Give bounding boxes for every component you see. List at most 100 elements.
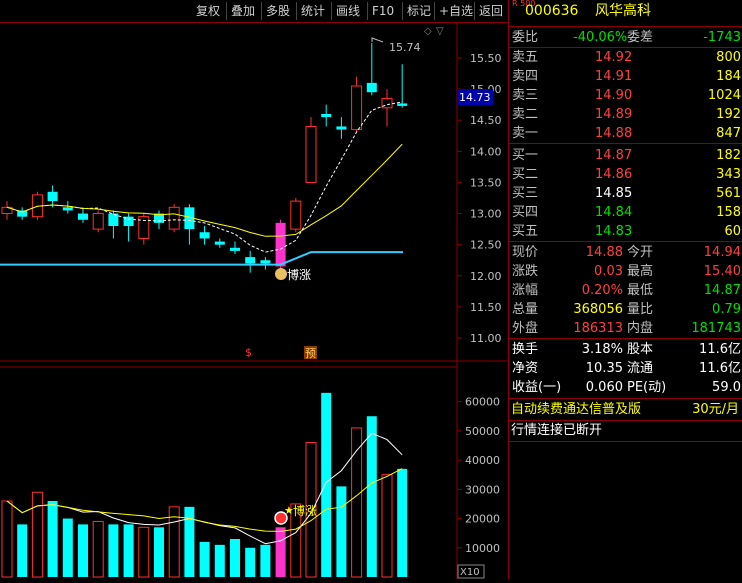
draw-line-button[interactable]: 画线 <box>331 2 364 20</box>
f10-button[interactable]: F10 <box>367 2 398 20</box>
price-axis-label: 15.50 <box>470 52 502 65</box>
volume-bar <box>31 491 43 578</box>
bid-price: 14.83 <box>595 224 633 239</box>
stat-row[interactable]: 外盘 186313 内盘 181743 <box>509 319 742 338</box>
bid-row[interactable]: 买三 14.85 561 <box>509 184 742 203</box>
logo-icon: R 500 <box>512 0 536 8</box>
price-axis-label: 12.50 <box>470 239 502 252</box>
bid-label: 买一 <box>512 148 539 163</box>
fund-value: 11.6亿 <box>699 361 741 376</box>
stat-row[interactable]: 现价 14.88 今开 14.94 <box>509 243 742 262</box>
candle <box>78 207 88 223</box>
chart-canvas[interactable]: ◇ ▽ 15.5015.0014.5014.0013.5013.0012.501… <box>0 22 507 579</box>
overlay-button[interactable]: 叠加 <box>226 2 259 20</box>
mark-button[interactable]: 标记 <box>402 2 435 20</box>
stock-code[interactable]: 000636 <box>525 2 578 21</box>
candle <box>351 76 363 133</box>
bid-price: 14.84 <box>595 205 633 220</box>
ask-label: 卖四 <box>512 69 539 84</box>
stock-name[interactable]: 风华高科 <box>595 2 651 21</box>
stat-row[interactable]: 涨跌 0.03 最高 15.40 <box>509 262 742 281</box>
price-axis-label: 11.00 <box>470 332 502 345</box>
bid-volume: 561 <box>716 186 741 201</box>
volume-bar <box>17 524 28 577</box>
fund-value: 11.6亿 <box>699 342 741 357</box>
candle <box>184 204 195 245</box>
candle <box>92 210 104 233</box>
fund-label: 股本 <box>627 342 654 357</box>
candle <box>381 89 393 127</box>
ask-row[interactable]: 卖四 14.91 184 <box>509 67 742 86</box>
weibi-label: 委比 <box>512 30 539 45</box>
stat-value: 15.40 <box>703 264 741 279</box>
support-line <box>0 251 403 266</box>
promo-row[interactable]: 自动续费通达信普及版 30元/月 <box>509 400 742 419</box>
fuquan-button[interactable]: 复权 <box>192 2 224 20</box>
stat-label: 内盘 <box>627 321 654 336</box>
stat-label: 最高 <box>627 264 654 279</box>
stat-row[interactable]: 总量 368056 量比 0.79 <box>509 300 742 319</box>
bid-label: 买四 <box>512 205 539 220</box>
bid-row[interactable]: 买一 14.87 182 <box>509 146 742 165</box>
fund-row[interactable]: 收益(一) 0.060 PE(动) 59.0 <box>509 378 742 397</box>
ask-price: 14.89 <box>595 107 633 122</box>
bid-volume: 182 <box>716 148 741 163</box>
toolbar: 复权 叠加 多股 统计 画线 F10 标记 +自选 返回 <box>0 0 507 23</box>
candle <box>62 201 73 214</box>
volume-bar <box>184 506 195 577</box>
stat-value: 14.94 <box>703 245 741 260</box>
stat-label: 外盘 <box>512 321 539 336</box>
ask-row[interactable]: 卖一 14.88 847 <box>509 124 742 143</box>
promo-price[interactable]: 30元/月 <box>692 400 739 419</box>
fund-row[interactable]: 净资 10.35 流通 11.6亿 <box>509 359 742 378</box>
statistics-button[interactable]: 统计 <box>296 2 329 20</box>
ask-row[interactable]: 卖三 14.90 1024 <box>509 86 742 105</box>
stat-label: 涨跌 <box>512 264 539 279</box>
divider <box>509 398 742 399</box>
ask-row[interactable]: 卖五 14.92 800 <box>509 48 742 67</box>
weibi-value: -40.06% <box>573 30 628 45</box>
volume-bar <box>199 541 210 577</box>
add-watchlist-button[interactable]: +自选 <box>434 2 477 20</box>
candle <box>168 204 180 233</box>
volume-bar <box>47 501 58 577</box>
stat-row[interactable]: 涨幅 0.20% 最低 14.87 <box>509 281 742 300</box>
candle <box>17 207 28 220</box>
bid-label: 买五 <box>512 224 539 239</box>
candle <box>230 241 240 254</box>
volume-bar <box>381 474 393 578</box>
high-marker-label: 15.74 <box>389 41 421 54</box>
ask-row[interactable]: 卖二 14.89 192 <box>509 105 742 124</box>
volume-bar <box>92 520 104 578</box>
ask-volume: 1024 <box>707 88 741 103</box>
divider <box>509 241 742 242</box>
multi-stock-button[interactable]: 多股 <box>261 2 294 20</box>
stat-value: 0.03 <box>594 264 623 279</box>
promo-text[interactable]: 自动续费通达信普及版 <box>511 400 641 419</box>
candle <box>199 226 210 245</box>
bid-price: 14.87 <box>595 148 633 163</box>
bid-volume: 343 <box>716 167 741 182</box>
fund-value: 3.18% <box>581 342 623 357</box>
bid-row[interactable]: 买四 14.84 158 <box>509 203 742 222</box>
volume-axis-label: 10000 <box>465 542 500 555</box>
volume-unit: X10 <box>460 567 480 578</box>
price-axis-label: 12.00 <box>470 270 502 283</box>
candle <box>305 117 317 183</box>
fund-row[interactable]: 换手 3.18% 股本 11.6亿 <box>509 340 742 359</box>
ask-label: 卖五 <box>512 50 539 65</box>
candle <box>397 64 408 108</box>
candle <box>108 210 119 239</box>
volume-bar <box>1 500 13 578</box>
event-marker-yu: 预 <box>305 347 316 360</box>
kline-chart[interactable]: ◇ ▽ 15.5015.0014.5014.0013.5013.0012.501… <box>0 22 507 579</box>
bid-row[interactable]: 买五 14.83 60 <box>509 222 742 241</box>
divider <box>509 338 742 339</box>
divider <box>509 143 742 144</box>
back-button[interactable]: 返回 <box>474 2 507 20</box>
stat-label: 量比 <box>627 302 654 317</box>
volume-bar <box>336 486 347 577</box>
signal-coin-icon <box>275 268 287 280</box>
bid-row[interactable]: 买二 14.86 343 <box>509 165 742 184</box>
candles-layer <box>1 43 408 273</box>
